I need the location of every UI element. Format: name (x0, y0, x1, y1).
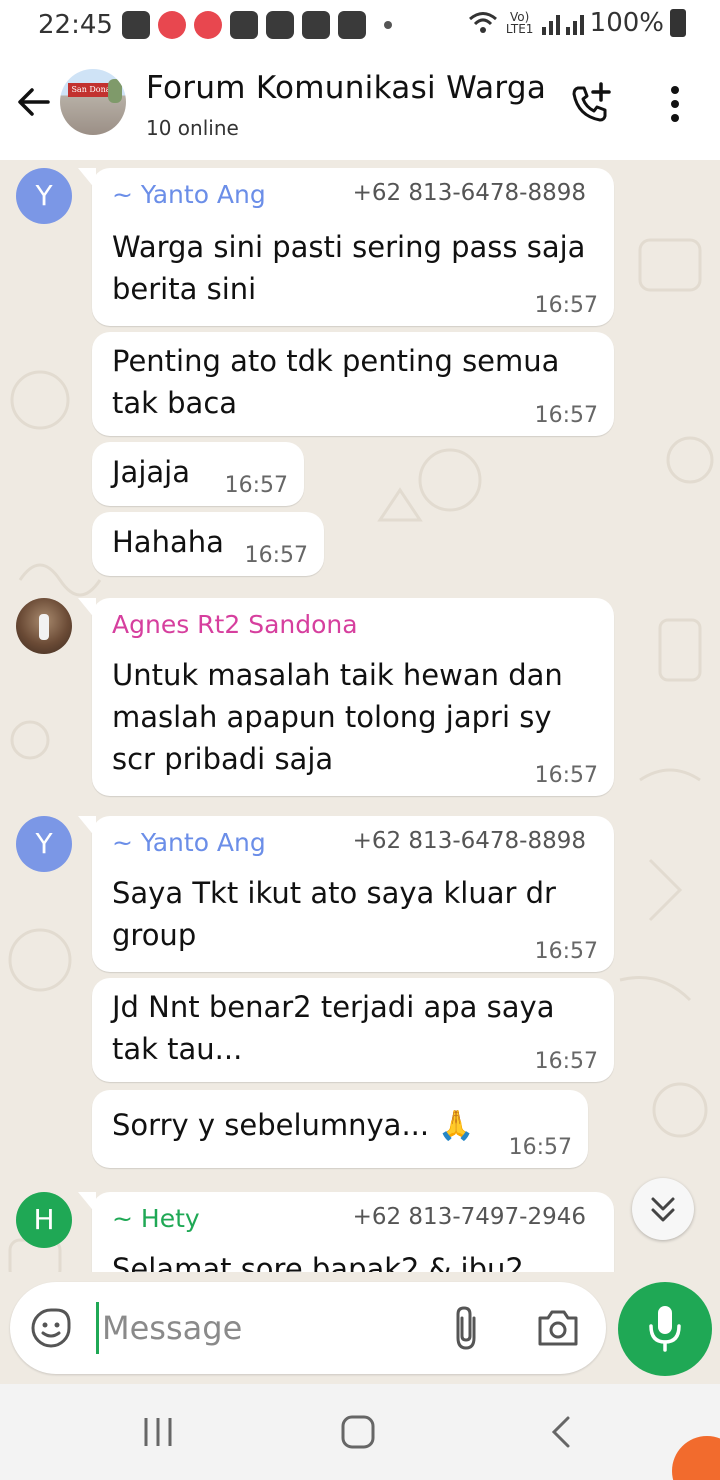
message-bubble[interactable]: Agnes Rt2 Sandona Untuk masalah taik hew… (78, 598, 614, 796)
camera-icon[interactable] (536, 1308, 580, 1348)
status-bar: 22:45 Vo) LTE1 100% (0, 0, 720, 52)
sender-avatar[interactable]: H (16, 1192, 72, 1248)
message-text: Warga sini pasti sering pass saja berita… (112, 230, 586, 306)
sender-avatar[interactable]: Y (16, 816, 72, 872)
scroll-to-bottom-button[interactable] (632, 1178, 694, 1240)
gift-icon (230, 11, 258, 39)
message-time: 16:57 (534, 1049, 598, 1074)
message-text: Jd Nnt benar2 terjadi apa saya tak tau..… (112, 990, 555, 1066)
more-notifications-dot (384, 21, 392, 29)
message-text: Hahaha (112, 525, 224, 559)
avatar-figure (39, 614, 49, 640)
group-title[interactable]: Forum Komunikasi Warga (146, 70, 546, 106)
chat-notification-icon (122, 11, 150, 39)
wifi-icon (468, 12, 497, 33)
chat-header: San Dona Forum Komunikasi Warga 10 onlin… (0, 52, 720, 160)
message-time: 16:57 (534, 403, 598, 428)
network-type: Vo) LTE1 (505, 10, 534, 36)
chat-area[interactable]: Y ~ Yanto Ang +62 813-6478-8898 Warga si… (0, 160, 720, 1384)
message-composer (10, 1282, 606, 1374)
sender-name[interactable]: ~ Yanto Ang (112, 180, 266, 209)
clock: 22:45 (38, 10, 113, 40)
more-options-icon[interactable] (660, 82, 690, 126)
face-app-notification-icon (194, 11, 222, 39)
message-time: 16:57 (244, 543, 308, 568)
system-indicators: Vo) LTE1 100% (468, 8, 686, 38)
message-time: 16:57 (534, 939, 598, 964)
sender-name[interactable]: Agnes Rt2 Sandona (112, 610, 358, 639)
back-arrow-icon[interactable] (14, 82, 54, 122)
message-text: Saya Tkt ikut ato saya kluar dr group (112, 876, 556, 952)
message-bubble[interactable]: Sorry y sebelumnya... 🙏 16:57 (92, 1090, 588, 1168)
system-navigation-bar (0, 1384, 720, 1480)
battery-level: 100% (589, 8, 664, 38)
message-time: 16:57 (224, 473, 288, 498)
sender-name[interactable]: ~ Yanto Ang (112, 828, 266, 857)
add-call-icon[interactable] (570, 82, 614, 126)
sender-phone[interactable]: +62 813-6478-8898 (353, 180, 586, 206)
message-bubble[interactable]: ~ Yanto Ang +62 813-6478-8898 Warga sini… (78, 168, 614, 326)
message-bubble[interactable]: Hahaha 16:57 (92, 512, 324, 576)
group-avatar[interactable]: San Dona (60, 69, 126, 135)
voice-message-button[interactable] (618, 1282, 712, 1376)
emoji-sticker-icon[interactable] (30, 1307, 72, 1349)
avatar-tree (108, 79, 122, 103)
app-notification-icon (302, 11, 330, 39)
sender-name[interactable]: ~ Hety (112, 1204, 200, 1233)
face-app-notification-icon (158, 11, 186, 39)
shield-icon (338, 11, 366, 39)
message-text: Untuk masalah taik hewan dan maslah apap… (112, 658, 563, 776)
message-time: 16:57 (508, 1135, 572, 1160)
message-bubble[interactable]: Jajaja 16:57 (92, 442, 304, 506)
online-count: 10 online (146, 116, 239, 140)
sender-phone[interactable]: +62 813-6478-8898 (353, 828, 586, 854)
attach-icon[interactable] (448, 1304, 484, 1352)
message-time: 16:57 (534, 763, 598, 788)
microphone-icon (649, 1306, 681, 1352)
battery-icon (670, 9, 686, 37)
sender-avatar-photo[interactable] (16, 598, 72, 654)
youtube-icon (266, 11, 294, 39)
sender-phone[interactable]: +62 813-7497-2946 (353, 1204, 586, 1230)
message-text: Sorry y sebelumnya... 🙏 (112, 1108, 475, 1142)
message-bubble[interactable]: Jd Nnt benar2 terjadi apa saya tak tau..… (92, 978, 614, 1082)
nav-back-icon[interactable] (546, 1414, 574, 1450)
message-bubble[interactable]: ~ Yanto Ang +62 813-6478-8898 Saya Tkt i… (78, 816, 614, 972)
sender-avatar[interactable]: Y (16, 168, 72, 224)
message-text: Jajaja (112, 455, 190, 489)
double-chevron-down-icon (651, 1197, 675, 1222)
notification-icons (122, 11, 392, 39)
recent-apps-icon[interactable] (140, 1416, 176, 1448)
home-icon[interactable] (340, 1414, 376, 1450)
text-cursor (96, 1302, 99, 1354)
message-bubble[interactable]: Penting ato tdk penting semua tak baca 1… (92, 332, 614, 436)
signal-icon (565, 11, 584, 35)
message-text: Penting ato tdk penting semua tak baca (112, 344, 560, 420)
message-input[interactable] (102, 1300, 402, 1356)
message-time: 16:57 (534, 293, 598, 318)
signal-icon (541, 11, 560, 35)
